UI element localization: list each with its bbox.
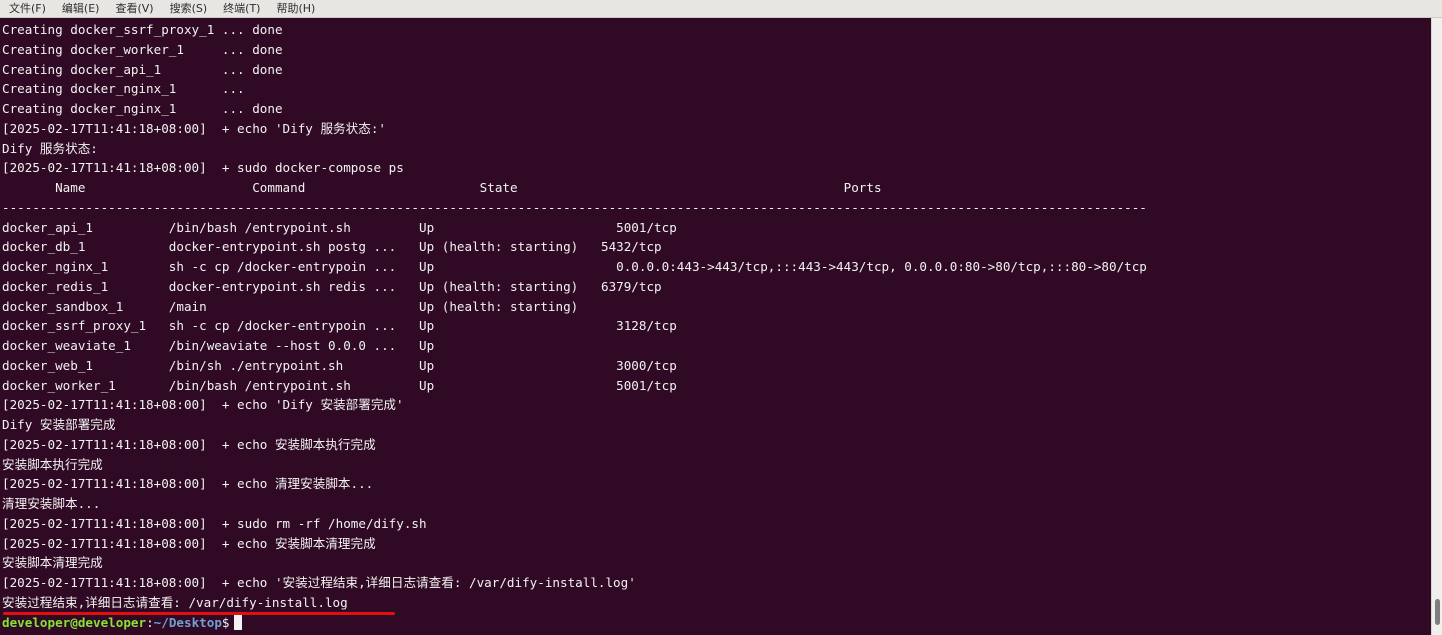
terminal-line: [2025-02-17T11:41:18+08:00] + echo 'Dify… xyxy=(2,397,404,413)
terminal-line: [2025-02-17T11:41:18+08:00] + sudo docke… xyxy=(2,160,404,176)
prompt-colon: : xyxy=(146,614,154,630)
shell-prompt[interactable]: developer@developer:~/Desktop$ xyxy=(2,613,1147,633)
terminal-line: Creating docker_ssrf_proxy_1 ... done xyxy=(2,22,283,37)
terminal-line: 安装脚本清理完成 xyxy=(2,555,103,571)
terminal-lines: Creating docker_ssrf_proxy_1 ... done Cr… xyxy=(2,20,1147,632)
terminal-line: [2025-02-17T11:41:18+08:00] + sudo rm -r… xyxy=(2,515,427,531)
terminal-line: [2025-02-17T11:41:18+08:00] + echo 'Dify… xyxy=(2,120,386,136)
vertical-scrollbar[interactable] xyxy=(1431,18,1442,635)
table-row: docker_worker_1 /bin/bash /entrypoint.sh… xyxy=(2,377,677,393)
table-row: docker_web_1 /bin/sh ./entrypoint.sh Up … xyxy=(2,357,677,373)
menu-bar: 文件(F) 编辑(E) 查看(V) 搜索(S) 终端(T) 帮助(H) xyxy=(0,0,1442,18)
table-row: docker_nginx_1 sh -c cp /docker-entrypoi… xyxy=(2,259,1147,274)
table-row: docker_api_1 /bin/bash /entrypoint.sh Up… xyxy=(2,219,677,235)
terminal-line: Creating docker_nginx_1 ... xyxy=(2,81,245,97)
prompt-user-host: developer@developer xyxy=(2,614,147,630)
install-log-line: 安装过程结束,详细日志请查看: /var/dify-install.log xyxy=(2,594,348,610)
terminal-line: Creating docker_worker_1 ... done xyxy=(2,41,283,57)
terminal-line: [2025-02-17T11:41:18+08:00] + echo 安装脚本执… xyxy=(2,436,376,452)
prompt-symbol: $ xyxy=(221,614,230,630)
menu-view[interactable]: 查看(V) xyxy=(106,0,160,17)
menu-terminal[interactable]: 终端(T) xyxy=(214,0,267,17)
terminal-line: [2025-02-17T11:41:18+08:00] + echo '安装过程… xyxy=(2,575,636,590)
table-row: docker_weaviate_1 /bin/weaviate --host 0… xyxy=(2,338,435,353)
terminal-output[interactable]: Creating docker_ssrf_proxy_1 ... done Cr… xyxy=(0,18,1432,635)
terminal-line: Dify 安装部署完成 xyxy=(2,417,116,432)
table-header-line: Name Command State Ports xyxy=(2,180,882,195)
table-row: docker_redis_1 docker-entrypoint.sh redi… xyxy=(2,278,662,294)
table-row: docker_db_1 docker-entrypoint.sh postg .… xyxy=(2,239,662,255)
table-row: docker_ssrf_proxy_1 sh -c cp /docker-ent… xyxy=(2,318,677,334)
table-separator-line: ----------------------------------------… xyxy=(2,199,1147,215)
terminal-line: Creating docker_api_1 ... done xyxy=(2,61,283,77)
scrollbar-thumb[interactable] xyxy=(1435,599,1440,625)
terminal-line: Dify 服务状态: xyxy=(2,140,98,156)
menu-help[interactable]: 帮助(H) xyxy=(267,0,322,17)
terminal-line: [2025-02-17T11:41:18+08:00] + echo 清理安装脚… xyxy=(2,476,374,492)
table-row: docker_sandbox_1 /main Up (health: start… xyxy=(2,298,579,314)
terminal-line: [2025-02-17T11:41:18+08:00] + echo 安装脚本清… xyxy=(2,535,376,551)
text-cursor xyxy=(233,614,242,630)
terminal-line: Creating docker_nginx_1 ... done xyxy=(2,101,283,116)
terminal-line: 清理安装脚本... xyxy=(2,496,101,511)
red-underline-annotation xyxy=(3,612,395,615)
menu-edit[interactable]: 编辑(E) xyxy=(53,0,107,17)
terminal-line: 安装脚本执行完成 xyxy=(2,456,103,472)
menu-search[interactable]: 搜索(S) xyxy=(161,0,215,17)
menu-file[interactable]: 文件(F) xyxy=(0,0,53,17)
prompt-path: ~/Desktop xyxy=(153,614,222,630)
